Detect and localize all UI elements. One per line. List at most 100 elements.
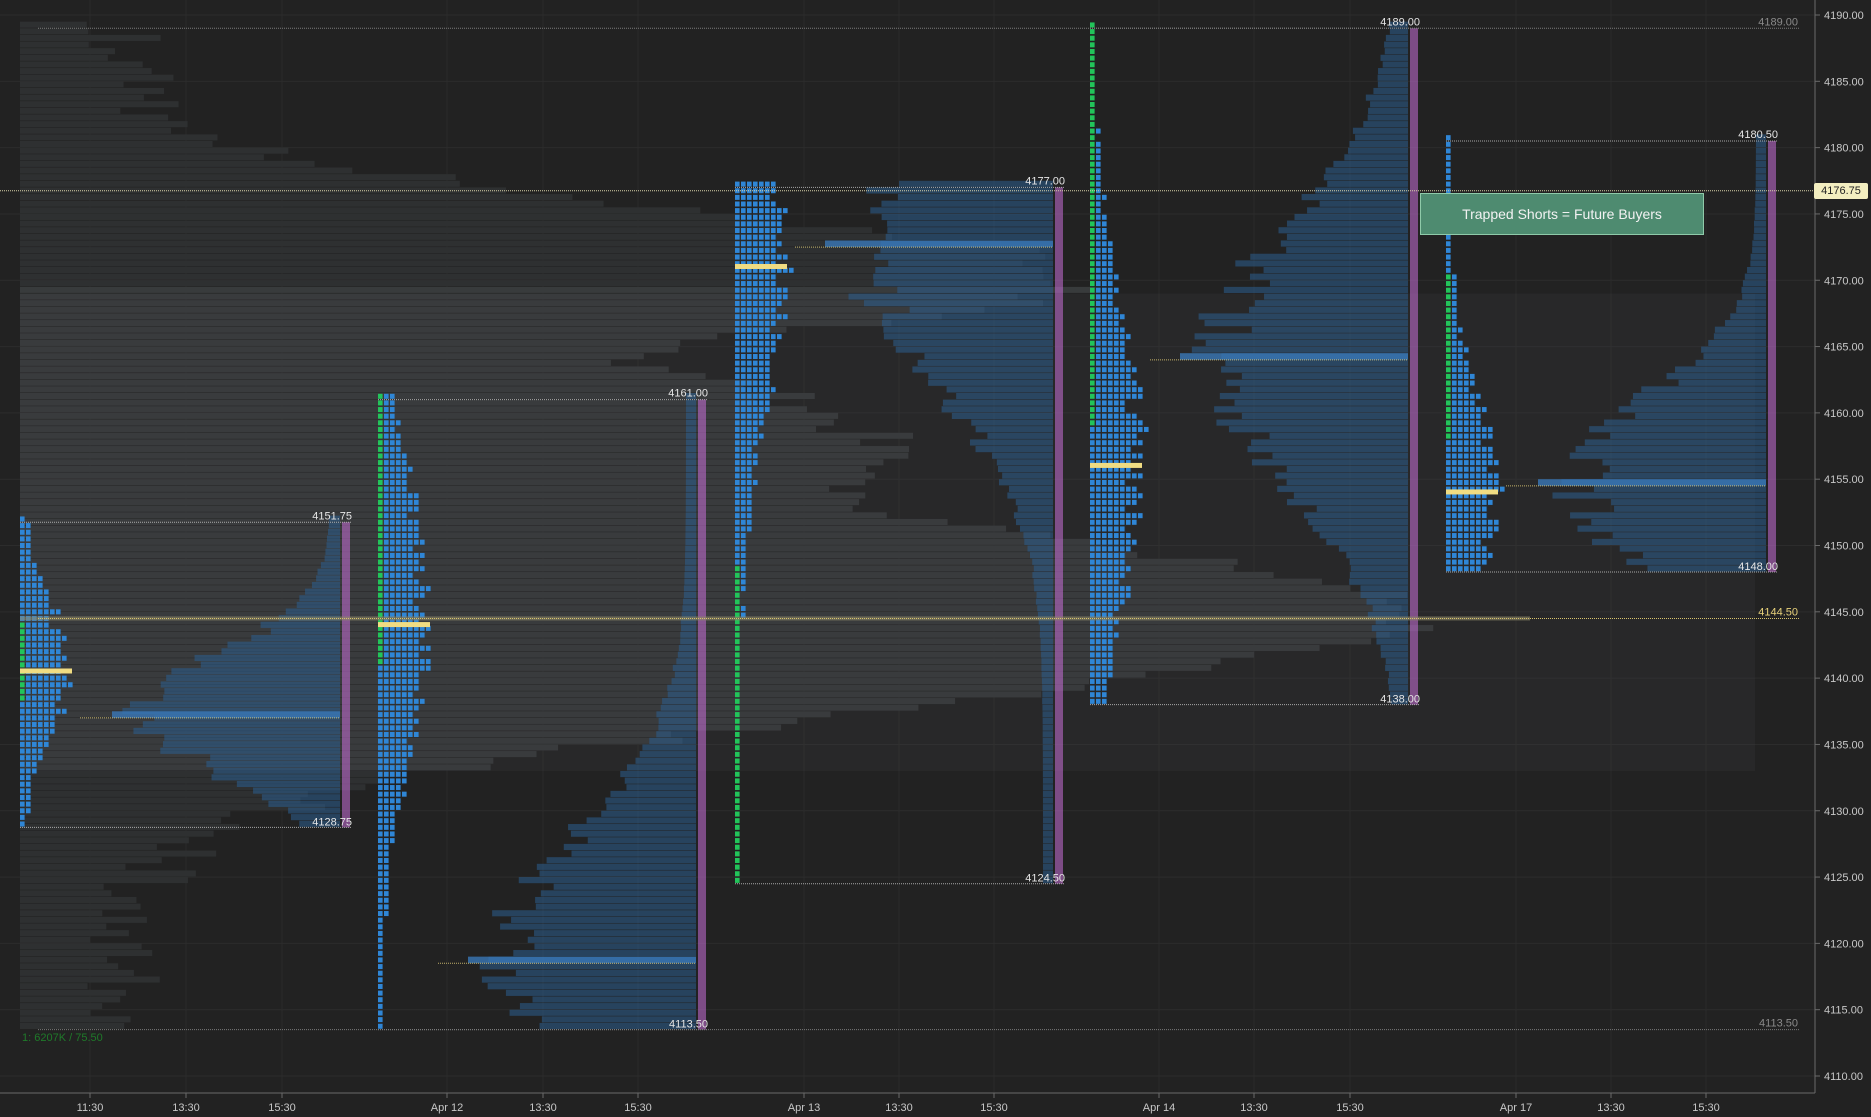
tpo-block — [378, 738, 383, 744]
tpo-block — [414, 579, 419, 585]
volume-bar — [1614, 505, 1766, 512]
tpo-block — [1476, 546, 1481, 552]
volume-bar — [1333, 160, 1408, 168]
tpo-block — [1446, 446, 1451, 452]
volume-bar — [1618, 406, 1766, 413]
tpo-block — [38, 655, 43, 661]
tpo-block — [1470, 433, 1475, 439]
tpo-block — [1446, 161, 1451, 167]
tpo-block — [1108, 526, 1113, 532]
tpo-block — [753, 367, 758, 373]
tpo-block — [735, 407, 740, 413]
tpo-block — [741, 533, 746, 539]
tpo-block — [20, 556, 25, 562]
tpo-block — [402, 718, 407, 724]
tpo-block — [378, 559, 383, 565]
tpo-block — [1114, 400, 1119, 406]
tpo-block — [384, 400, 389, 406]
tpo-block — [50, 675, 55, 681]
composite-bar — [20, 916, 147, 923]
tpo-block — [1096, 639, 1101, 645]
tpo-block — [1108, 592, 1113, 598]
tpo-block — [32, 735, 37, 741]
tpo-block — [735, 281, 740, 287]
tpo-block — [390, 473, 395, 479]
tpo-block — [378, 466, 383, 472]
tpo-block — [26, 748, 31, 754]
tpo-block — [1102, 327, 1107, 333]
tpo-block — [759, 254, 764, 260]
tpo-block — [1464, 513, 1469, 519]
tpo-block — [1096, 605, 1101, 612]
tpo-block — [1120, 572, 1125, 578]
tpo-block — [1096, 300, 1101, 306]
tpo-block — [741, 440, 746, 446]
volume-bar — [1750, 253, 1766, 260]
tpo-block — [390, 705, 395, 711]
tpo-block — [1120, 413, 1125, 419]
tpo-block — [1090, 29, 1095, 35]
tpo-block — [1446, 426, 1451, 432]
volume-poc-bar — [468, 956, 696, 964]
tpo-block — [44, 629, 49, 635]
tpo-block — [20, 708, 25, 714]
tpo-block — [1452, 466, 1457, 472]
volume-bar — [685, 472, 696, 479]
composite-bar — [20, 936, 91, 943]
volume-bar — [1360, 591, 1408, 599]
tpo-block — [735, 479, 740, 486]
tpo-block — [771, 254, 776, 260]
tpo-block — [378, 632, 383, 638]
tpo-block — [378, 493, 383, 499]
tpo-block — [20, 609, 25, 615]
tpo-block — [741, 228, 746, 234]
volume-bar — [227, 641, 340, 648]
tpo-block — [414, 698, 419, 704]
tpo-block — [378, 526, 383, 532]
tpo-block — [747, 473, 752, 479]
volume-bar — [996, 459, 1053, 466]
tpo-block — [378, 751, 383, 757]
volume-bar — [1604, 419, 1766, 426]
tpo-block — [747, 407, 752, 413]
tpo-block — [1096, 261, 1101, 267]
volume-bar — [1042, 837, 1053, 844]
tpo-block — [1108, 672, 1113, 678]
tpo-block — [735, 546, 740, 552]
tpo-block — [390, 552, 395, 558]
tpo-block — [777, 208, 782, 214]
tpo-block — [38, 589, 43, 595]
volume-bar — [969, 439, 1053, 446]
tpo-block — [1120, 446, 1125, 452]
tpo-block — [426, 645, 431, 651]
tpo-block — [789, 267, 794, 273]
tpo-block — [1452, 420, 1457, 426]
volume-bar — [1205, 339, 1408, 347]
tpo-block — [1102, 234, 1107, 240]
tpo-block — [735, 519, 740, 525]
tpo-block — [765, 314, 770, 320]
tpo-block — [771, 221, 776, 227]
volume-bar — [1630, 399, 1766, 406]
tpo-block — [384, 778, 389, 784]
tpo-block — [741, 552, 746, 558]
tpo-block — [1102, 380, 1107, 386]
tpo-block — [735, 818, 740, 824]
volume-bar — [1385, 658, 1408, 665]
tpo-block — [1114, 340, 1119, 346]
tpo-block — [384, 519, 389, 525]
volume-bar — [1584, 439, 1766, 446]
volume-bar — [601, 810, 696, 817]
tpo-block — [38, 722, 43, 728]
tpo-block — [396, 672, 401, 678]
tpo-block — [384, 486, 389, 492]
tpo-block — [759, 234, 764, 240]
volume-number-column — [1768, 140, 1776, 573]
tpo-block — [414, 592, 419, 598]
tpo-block — [765, 234, 770, 240]
tpo-block — [1090, 373, 1095, 379]
tpo-block — [384, 407, 389, 413]
tpo-block — [1102, 241, 1107, 247]
tpo-block — [1126, 334, 1131, 340]
volume-bar — [1278, 227, 1408, 234]
